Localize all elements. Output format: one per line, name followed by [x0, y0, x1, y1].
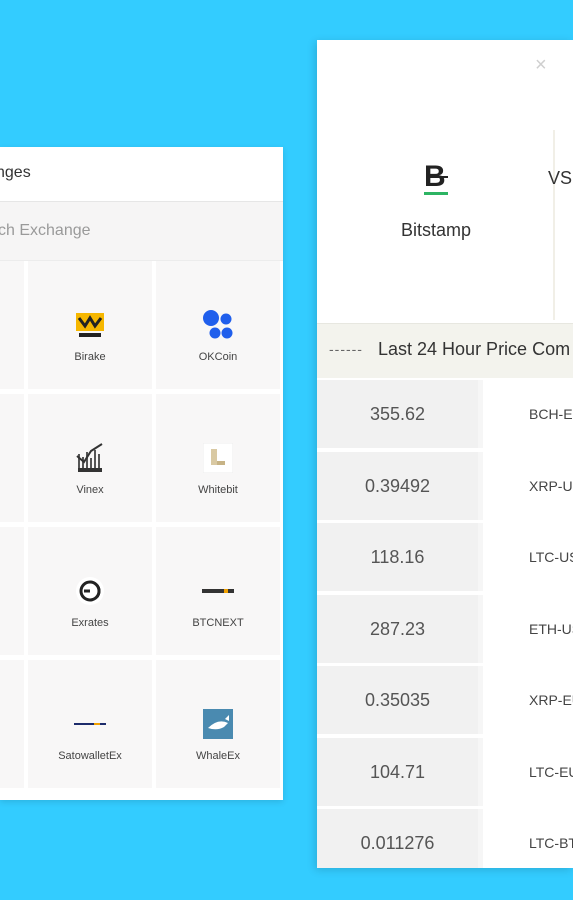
price-value: 287.23 [317, 595, 478, 663]
pair-label: XRP-US [483, 452, 573, 520]
birake-logo-icon [74, 309, 106, 341]
divider [553, 130, 555, 320]
pair-label: BCH-EI [483, 380, 573, 448]
price-row[interactable]: 104.71 LTC-EU [317, 738, 573, 806]
pair-label: LTC-BT [483, 809, 573, 868]
whaleex-logo-icon [202, 708, 234, 740]
exchange-tile[interactable] [0, 261, 24, 389]
exchange-name-bitstamp: Bitstamp [401, 220, 472, 240]
exrates-logo-icon [74, 575, 106, 607]
exchange-tile-vinex[interactable]: Vinex [28, 394, 152, 522]
search-placeholder: ch Exchange [0, 222, 91, 239]
exchange-name: Whitebit [198, 484, 238, 496]
price-row[interactable]: 0.011276 LTC-BT [317, 809, 573, 868]
exchange-tile-birake[interactable]: Birake [28, 261, 152, 389]
price-row[interactable]: 0.39492 XRP-US [317, 452, 573, 520]
exchange-tile[interactable] [0, 660, 24, 788]
pair-label: ETH-US [483, 595, 573, 663]
price-value: 104.71 [317, 738, 478, 806]
price-value: 0.011276 [317, 809, 478, 868]
compare-dash: ------ [329, 341, 363, 357]
exchange-tile-okcoin[interactable]: OKCoin [156, 261, 280, 389]
price-value: 118.16 [317, 523, 478, 591]
exchange-tile-btcnext[interactable]: BTCNEXT [156, 527, 280, 655]
exchanges-header: nges [0, 147, 283, 202]
whitebit-logo-icon [202, 442, 234, 474]
exchange-tile-exrates[interactable]: Exrates [28, 527, 152, 655]
search-exchange-input[interactable]: ch Exchange [0, 202, 283, 261]
exchange-tile-whitebit[interactable]: Whitebit [156, 394, 280, 522]
exchange-name: SatowalletEx [58, 750, 122, 762]
price-row[interactable]: 0.35035 XRP-EU [317, 666, 573, 734]
price-row[interactable]: 355.62 BCH-EI [317, 380, 573, 448]
price-row[interactable]: 118.16 LTC-US [317, 523, 573, 591]
exchange-name: BTCNEXT [192, 617, 244, 629]
vinex-logo-icon [74, 442, 106, 474]
exchange-tile[interactable]: e [0, 394, 69, 522]
pair-label: LTC-EU [483, 738, 573, 806]
price-value: 0.39492 [317, 452, 478, 520]
price-value: 0.35035 [317, 666, 478, 734]
exchange-tile[interactable] [0, 527, 24, 655]
exchanges-panel: nges ch Exchange Birake OKCoin Vinex Whi… [0, 147, 283, 800]
vs-label: VS [548, 168, 573, 188]
exchanges-title: nges [0, 164, 31, 181]
price-value: 355.62 [317, 380, 478, 448]
btcnext-logo-icon [202, 575, 234, 607]
bitstamp-logo-icon: B [424, 160, 448, 195]
price-compare-header: ------ Last 24 Hour Price Com [317, 323, 573, 378]
exchange-name: Exrates [71, 617, 109, 629]
okcoin-logo-icon [202, 309, 234, 341]
close-icon[interactable]: × [535, 54, 547, 77]
exchange-name: Vinex [76, 484, 104, 496]
pair-label: XRP-EU [483, 666, 573, 734]
compare-title: Last 24 Hour Price Com [378, 339, 571, 359]
exchange-name: OKCoin [198, 351, 238, 363]
exchange-name: WhaleEx [195, 750, 241, 762]
exchange-tile-whaleex[interactable]: WhaleEx [156, 660, 280, 788]
exchange-name: Birake [74, 351, 106, 363]
satowalletex-logo-icon [74, 708, 106, 740]
comparison-panel: × B Bitstamp VS ------ Last 24 Hour Pric… [317, 40, 573, 868]
exchange-tile-satowalletex[interactable]: SatowalletEx [28, 660, 152, 788]
pair-label: LTC-US [483, 523, 573, 591]
price-row[interactable]: 287.23 ETH-US [317, 595, 573, 663]
